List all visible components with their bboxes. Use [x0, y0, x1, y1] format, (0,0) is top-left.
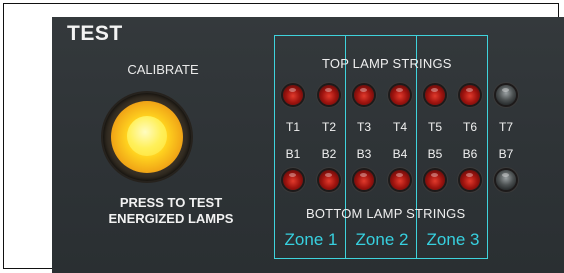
bottom-lamp-label-2: B2: [321, 147, 337, 161]
zone-3-label: Zone 3: [426, 230, 480, 249]
bottom-lamp-label-6: B6: [462, 147, 478, 161]
top-strings-title: TOP LAMP STRINGS: [322, 56, 452, 71]
top-lamp-label-2: T2: [321, 120, 336, 134]
bottom-strings-title: BOTTOM LAMP STRINGS: [306, 206, 466, 221]
top-lamp-7: [496, 85, 516, 105]
top-lamp-4: [390, 85, 410, 105]
bottom-lamp-label-1: B1: [285, 147, 301, 161]
top-lamp-5: [425, 85, 445, 105]
top-lamp-6: [460, 85, 480, 105]
button-lens: [111, 101, 183, 173]
bottom-lamp-6: [460, 170, 480, 190]
top-lamp-label-5: T5: [427, 120, 442, 134]
button-light-icon: [127, 116, 167, 156]
top-lamp-label-1: T1: [285, 120, 300, 134]
panel-title: TEST: [67, 22, 123, 45]
bottom-lamp-label-4: B4: [392, 147, 408, 161]
top-lamp-label-6: T6: [462, 120, 477, 134]
bottom-lamp-1: [283, 170, 303, 190]
bottom-lamp-3: [354, 170, 374, 190]
top-lamp-label-4: T4: [392, 120, 407, 134]
top-lamp-1: [283, 85, 303, 105]
calibrate-label: CALIBRATE: [127, 62, 199, 77]
press-line-1: PRESS TO TEST: [119, 195, 223, 210]
zone-1-label: Zone 1: [284, 230, 338, 249]
press-to-test-button[interactable]: [103, 93, 191, 181]
top-lamp-label-3: T3: [356, 120, 371, 134]
bottom-lamp-2: [319, 170, 339, 190]
bottom-lamp-label-7: B7: [498, 147, 514, 161]
press-to-test-label: PRESS TO TEST ENERGIZED LAMPS: [86, 195, 256, 227]
bottom-lamp-7: [496, 170, 516, 190]
zone-2-label: Zone 2: [355, 230, 409, 249]
bottom-lamp-label-5: B5: [427, 147, 443, 161]
bottom-lamp-label-3: B3: [356, 147, 372, 161]
bottom-lamp-5: [425, 170, 445, 190]
top-lamp-label-7: T7: [498, 120, 513, 134]
press-line-2: ENERGIZED LAMPS: [108, 211, 234, 226]
top-lamp-3: [354, 85, 374, 105]
top-lamp-2: [319, 85, 339, 105]
bottom-lamp-4: [390, 170, 410, 190]
